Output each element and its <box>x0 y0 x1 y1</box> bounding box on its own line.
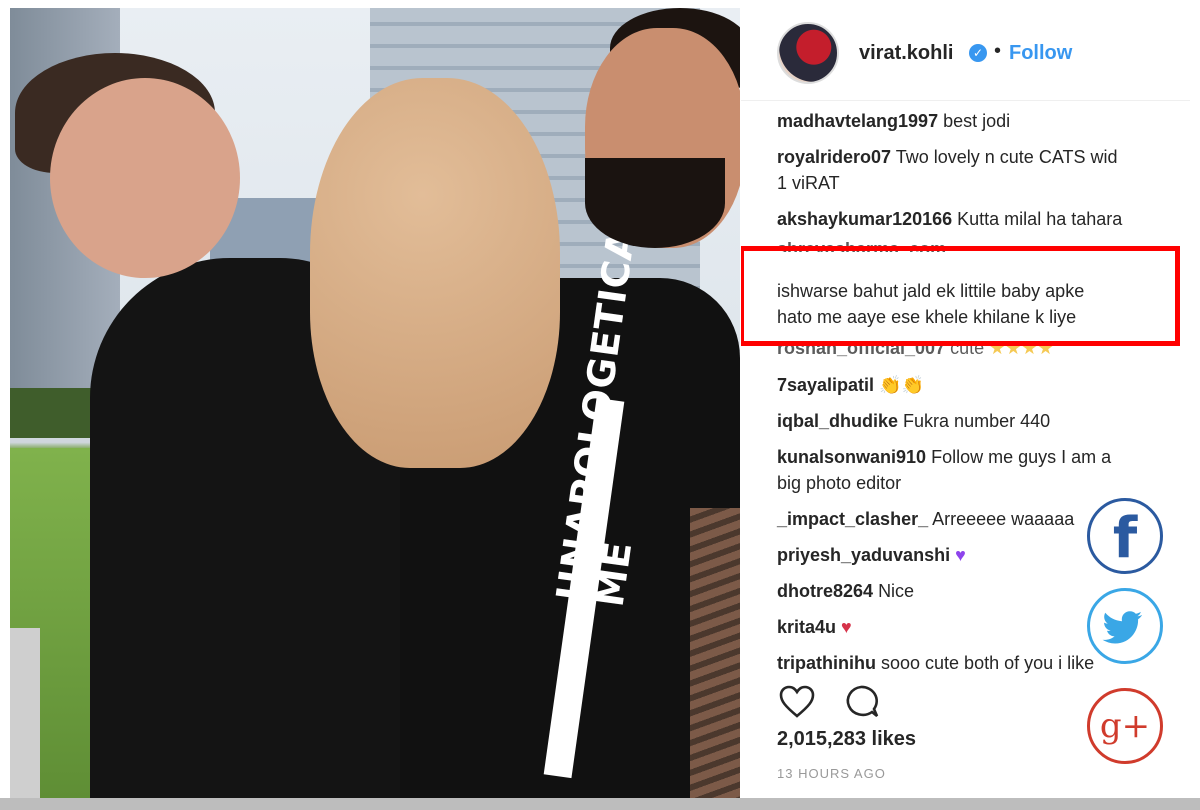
comment-username[interactable]: krita4u <box>777 617 836 637</box>
walkway <box>10 628 40 798</box>
comment: akshaykumar120166 Kutta milal ha tahara <box>777 206 1122 232</box>
comment-username[interactable]: iqbal_dhudike <box>777 411 898 431</box>
puppy <box>310 78 560 468</box>
highlight-box <box>741 246 1180 346</box>
emoji-clap-hands: 👏👏 <box>879 375 924 395</box>
comment-username[interactable]: kunalsonwani910 <box>777 447 926 467</box>
facebook-share-icon[interactable]: f <box>1087 498 1163 574</box>
comment-text: Follow me guys I am a <box>931 447 1112 467</box>
comment-text-cont: big photo editor <box>777 473 902 493</box>
post-sidebar: virat.kohli ✓ • Follow madhavtelang1997 … <box>741 8 1190 798</box>
comment-username[interactable]: royalridero07 <box>777 147 891 167</box>
twitter-share-icon[interactable] <box>1087 588 1163 664</box>
broken-heart-icon: ♥ <box>841 617 852 637</box>
comment: 7sayalipatil 👏👏 <box>777 372 924 398</box>
likes-count[interactable]: 2,015,283 likes <box>777 728 916 751</box>
comment-username[interactable]: akshaykumar120166 <box>777 209 952 229</box>
comment-text: cute <box>950 344 985 358</box>
comment: tripathinihu sooo cute both of you i lik… <box>777 650 1094 676</box>
avatar[interactable] <box>777 22 839 84</box>
comment: iqbal_dhudike Fukra number 440 <box>777 408 1050 434</box>
comment: madhavtelang1997 best jodi <box>777 108 1010 134</box>
tattooed-arm <box>690 508 740 798</box>
google-plus-glyph: g+ <box>1099 706 1151 746</box>
comment-username[interactable]: _impact_clasher_ <box>777 509 928 529</box>
verified-badge-icon: ✓ <box>969 44 987 62</box>
comment-username[interactable]: dhotre8264 <box>777 581 873 601</box>
woman-face <box>50 78 240 278</box>
post-photo[interactable]: UNAPOLOGETICALLY ME <box>10 8 740 798</box>
comment: priyesh_yaduvanshi ♥ <box>777 542 966 568</box>
comment-bubble-icon[interactable] <box>841 682 881 722</box>
purple-heart-icon: ♥ <box>955 545 966 565</box>
comment-text: Nice <box>878 581 915 601</box>
comment-bubble-icon-svg <box>846 685 879 718</box>
separator-dot: • <box>994 40 1002 62</box>
comment-text-cont: 1 viRAT <box>777 173 840 193</box>
post-header: virat.kohli ✓ • Follow <box>741 8 1190 101</box>
comment-text: Two lovely n cute CATS wid <box>895 147 1118 167</box>
facebook-glyph: f <box>1112 506 1138 571</box>
emoji-stars: ★★★★ <box>989 344 1054 358</box>
username[interactable]: virat.kohli <box>859 42 953 65</box>
comment-username[interactable]: roshan_official_007 <box>777 344 945 358</box>
comment-text: sooo cute both of you i like <box>881 653 1095 673</box>
comment-username[interactable]: 7sayalipatil <box>777 375 874 395</box>
comment-username[interactable]: tripathinihu <box>777 653 876 673</box>
heart-icon[interactable] <box>777 682 817 722</box>
comment: _impact_clasher_ Arreeeee waaaaa <box>777 506 1074 532</box>
post-timestamp: 13 HOURS AGO <box>777 766 886 781</box>
comment-username[interactable]: madhavtelang1997 <box>777 111 938 131</box>
twitter-bird-icon <box>1102 611 1143 644</box>
heart-icon-svg <box>779 685 815 718</box>
comment-username[interactable]: priyesh_yaduvanshi <box>777 545 950 565</box>
comment-text: Kutta milal ha tahara <box>957 209 1123 229</box>
comment: kunalsonwani910 Follow me guys I am a bi… <box>777 444 1111 496</box>
comment-text: best jodi <box>943 111 1011 131</box>
comment-text: Arreeeee waaaaa <box>932 509 1075 529</box>
comment-partial: roshan_official_007 cute ★★★★ <box>777 344 1054 358</box>
google-plus-share-icon[interactable]: g+ <box>1087 688 1163 764</box>
comment-text: Fukra number 440 <box>903 411 1051 431</box>
comment: krita4u ♥ <box>777 614 852 640</box>
comment: royalridero07 Two lovely n cute CATS wid… <box>777 144 1118 196</box>
man-beard <box>585 158 725 248</box>
follow-button[interactable]: Follow <box>1009 42 1072 65</box>
comment: dhotre8264 Nice <box>777 578 914 604</box>
bottom-strip <box>0 798 1200 810</box>
